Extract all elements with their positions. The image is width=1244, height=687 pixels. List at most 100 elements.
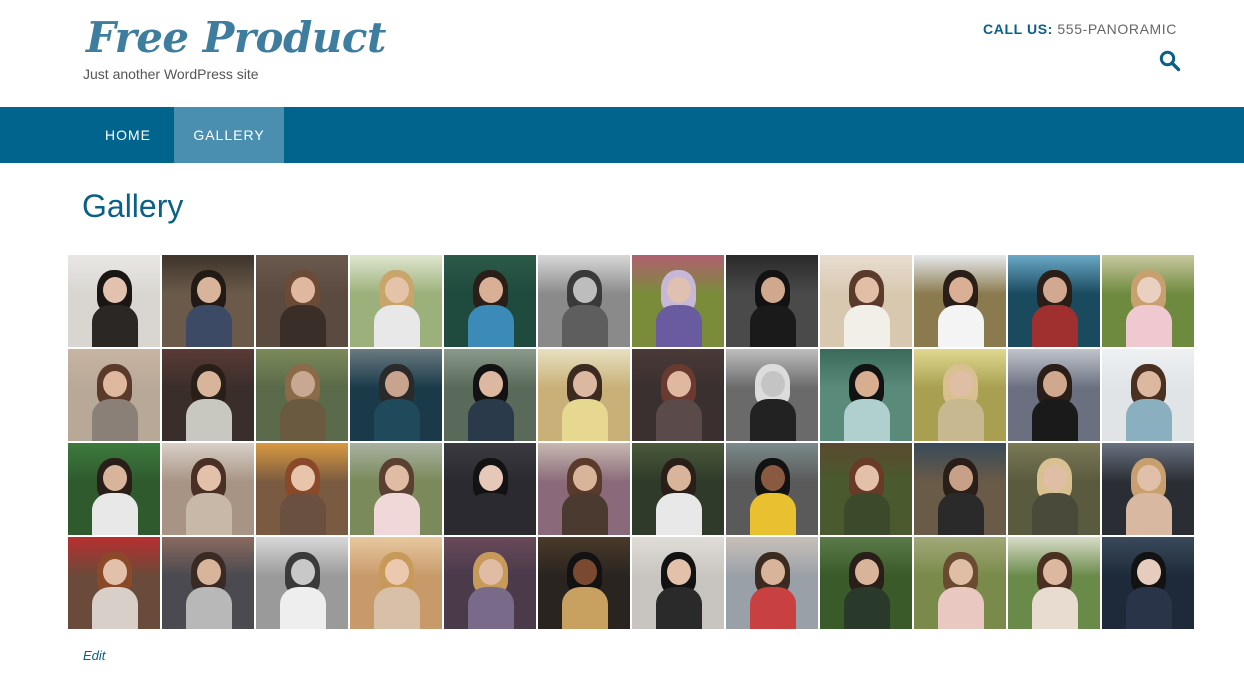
gallery-image[interactable] [914,255,1006,347]
gallery-image[interactable] [444,443,536,535]
photo-face [196,277,221,303]
photo-face [666,277,691,303]
page-title: Gallery [82,188,184,224]
gallery-image[interactable] [632,255,724,347]
gallery-image[interactable] [68,255,160,347]
photo-body [467,492,514,535]
photo-body [279,492,326,535]
nav-item-gallery[interactable]: GALLERY [174,107,284,163]
photo-body [561,304,608,347]
photo-body [1031,586,1078,629]
gallery-image[interactable] [68,537,160,629]
photo-face [102,559,127,585]
gallery-image[interactable] [820,349,912,441]
gallery-image[interactable] [162,349,254,441]
photo-face [666,465,691,491]
photo-face [854,277,879,303]
gallery-image[interactable] [726,443,818,535]
photo-body [1031,398,1078,441]
photo-face [666,559,691,585]
gallery-image[interactable] [256,537,348,629]
gallery-image[interactable] [256,443,348,535]
gallery-image[interactable] [820,443,912,535]
photo-face [384,559,409,585]
photo-body [185,586,232,629]
gallery-image[interactable] [1102,537,1194,629]
photo-body [655,398,702,441]
photo-body [937,304,984,347]
gallery-image[interactable] [256,349,348,441]
photo-body [655,304,702,347]
gallery-image[interactable] [1102,349,1194,441]
gallery-image[interactable] [538,349,630,441]
photo-face [948,277,973,303]
photo-face [666,371,691,397]
gallery-image[interactable] [632,443,724,535]
gallery-image[interactable] [444,255,536,347]
gallery-image[interactable] [914,537,1006,629]
photo-face [572,371,597,397]
gallery-image[interactable] [444,537,536,629]
gallery-image[interactable] [1008,537,1100,629]
photo-body [561,586,608,629]
photo-body [843,586,890,629]
gallery-image[interactable] [162,443,254,535]
photo-face [854,371,879,397]
photo-body [373,398,420,441]
gallery-image[interactable] [256,255,348,347]
photo-face [948,559,973,585]
photo-face [760,371,785,397]
photo-body [843,398,890,441]
photo-face [948,371,973,397]
gallery-image[interactable] [350,349,442,441]
gallery-image[interactable] [538,537,630,629]
site-title[interactable]: Free Product [86,10,386,66]
gallery-image[interactable] [1102,443,1194,535]
photo-face [760,277,785,303]
gallery-image[interactable] [632,349,724,441]
photo-face [196,465,221,491]
photo-face [1136,277,1161,303]
gallery-image[interactable] [162,255,254,347]
photo-body [279,398,326,441]
photo-body [279,586,326,629]
gallery-image[interactable] [162,537,254,629]
photo-body [1031,492,1078,535]
photo-body [91,304,138,347]
photo-body [655,492,702,535]
photo-face [478,465,503,491]
gallery-image[interactable] [68,443,160,535]
search-button[interactable] [1159,50,1181,72]
gallery-image[interactable] [68,349,160,441]
photo-body [91,586,138,629]
gallery-image[interactable] [444,349,536,441]
call-us-label: CALL US: [983,21,1053,37]
gallery-image[interactable] [1008,443,1100,535]
photo-body [561,492,608,535]
gallery-image[interactable] [726,537,818,629]
photo-body [185,304,232,347]
gallery-image[interactable] [350,537,442,629]
call-us: CALL US: 555-PANORAMIC [983,21,1177,37]
gallery-image[interactable] [1008,349,1100,441]
gallery-image[interactable] [820,255,912,347]
gallery-image[interactable] [350,443,442,535]
gallery-image[interactable] [820,537,912,629]
gallery-image[interactable] [632,537,724,629]
gallery-image[interactable] [914,443,1006,535]
gallery-image[interactable] [538,443,630,535]
edit-link[interactable]: Edit [83,648,105,663]
photo-face [1042,277,1067,303]
gallery-image[interactable] [538,255,630,347]
gallery-image[interactable] [914,349,1006,441]
gallery-image[interactable] [726,255,818,347]
photo-body [91,492,138,535]
photo-body [467,304,514,347]
nav-item-home[interactable]: HOME [82,107,174,163]
gallery-image[interactable] [1008,255,1100,347]
gallery-image[interactable] [1102,255,1194,347]
photo-face [196,371,221,397]
photo-body [1125,304,1172,347]
gallery-image[interactable] [726,349,818,441]
gallery-image[interactable] [350,255,442,347]
